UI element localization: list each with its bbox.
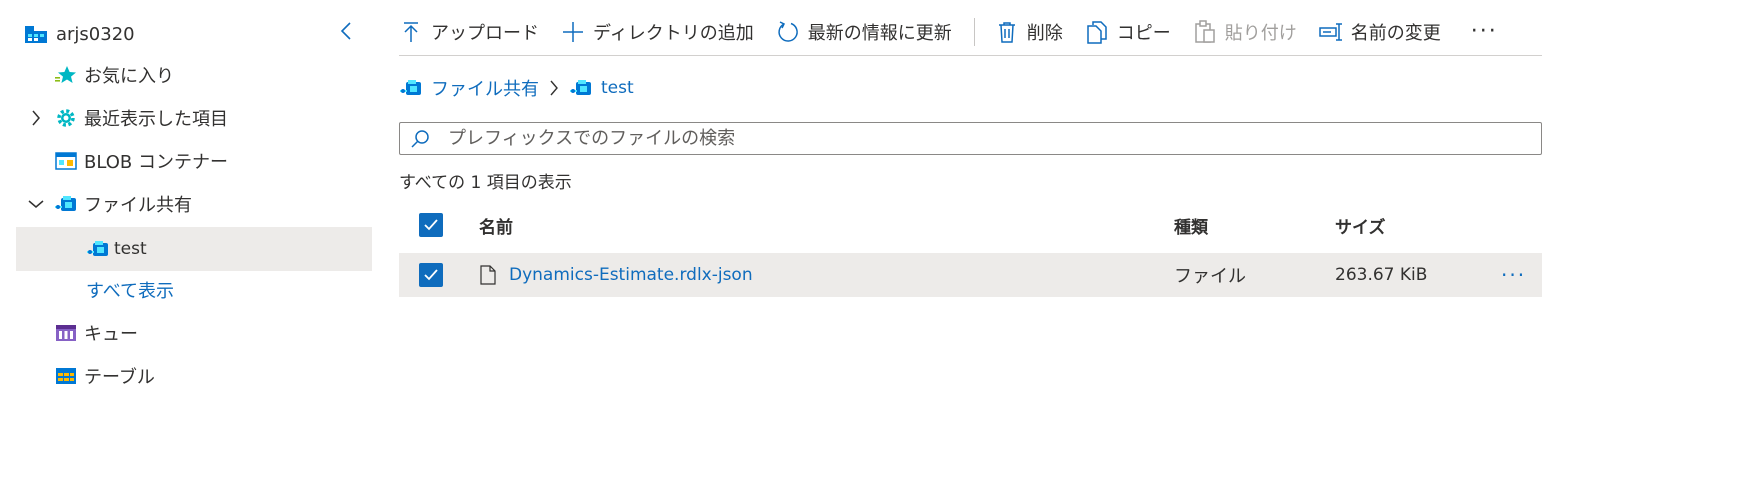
search-icon: [410, 129, 430, 149]
breadcrumb: ファイル共有 test: [399, 72, 634, 104]
sidebar-item-label: テーブル: [84, 367, 155, 388]
sidebar-item-file-shares[interactable]: ファイル共有: [16, 182, 372, 226]
breadcrumb-label: test: [601, 78, 634, 98]
rename-icon: [1319, 20, 1343, 44]
gear-icon: [54, 106, 78, 130]
sidebar-item-share-test[interactable]: test: [16, 227, 372, 271]
paste-icon: [1193, 19, 1217, 44]
file-share-icon: [86, 237, 110, 261]
checkmark-icon: [424, 219, 438, 231]
select-all-checkbox[interactable]: [419, 213, 443, 237]
sidebar-account[interactable]: arjs0320: [16, 12, 372, 56]
file-size: 263.67 KiB: [1335, 265, 1428, 285]
sidebar: arjs0320 お気に入り 最近表示した項目 BLOB コンテナー ファイル共…: [0, 0, 390, 493]
column-header-size[interactable]: サイズ: [1335, 203, 1386, 247]
trash-icon: [995, 20, 1019, 44]
file-share-icon: [54, 192, 78, 216]
copy-button[interactable]: コピー: [1085, 14, 1171, 50]
storage-explorer: arjs0320 お気に入り 最近表示した項目 BLOB コンテナー ファイル共…: [0, 0, 1749, 493]
rename-label: 名前の変更: [1350, 22, 1441, 44]
sidebar-item-recent[interactable]: 最近表示した項目: [16, 96, 372, 140]
sidebar-item-tables[interactable]: テーブル: [16, 354, 372, 398]
sidebar-item-label: キュー: [84, 324, 138, 345]
copy-label: コピー: [1116, 22, 1171, 44]
queue-icon: [54, 321, 78, 345]
toolbar-divider: [973, 17, 975, 46]
sidebar-item-favorites[interactable]: お気に入り: [16, 53, 372, 97]
row-more-button[interactable]: ···: [1501, 263, 1526, 287]
column-header-type[interactable]: 種類: [1174, 203, 1208, 247]
command-bar: アップロード ディレクトリの追加 最新の情報に更新 削除 コピー 貼り付け 名前…: [399, 8, 1542, 56]
more-actions-button[interactable]: ···: [1463, 19, 1506, 44]
upload-icon: [399, 20, 423, 44]
storage-account-icon: [24, 22, 48, 46]
file-name-link[interactable]: Dynamics-Estimate.rdlx-json: [509, 265, 753, 285]
checkmark-icon: [424, 269, 438, 281]
upload-button[interactable]: アップロード: [399, 14, 539, 50]
chevron-right-icon[interactable]: [28, 110, 44, 126]
chevron-right-icon: [549, 80, 559, 96]
file-icon: [479, 265, 497, 285]
sidebar-item-blob-containers[interactable]: BLOB コンテナー: [16, 139, 372, 183]
sidebar-item-label: すべて表示: [86, 281, 175, 302]
item-count-text: すべての 1 項目の表示: [399, 173, 572, 193]
search-input[interactable]: [446, 123, 1541, 154]
file-type: ファイル: [1174, 266, 1246, 287]
refresh-label: 最新の情報に更新: [807, 22, 952, 44]
upload-label: アップロード: [431, 22, 539, 44]
blob-container-icon: [54, 149, 78, 173]
refresh-icon: [776, 20, 800, 44]
search-box: [399, 122, 1542, 155]
sidebar-show-all-link[interactable]: すべて表示: [16, 268, 372, 312]
sidebar-item-label: ファイル共有: [84, 195, 192, 216]
breadcrumb-label: ファイル共有: [431, 79, 539, 100]
paste-button[interactable]: 貼り付け: [1193, 14, 1297, 50]
column-header-name[interactable]: 名前: [479, 203, 513, 247]
sidebar-account-label: arjs0320: [56, 23, 135, 45]
add-directory-label: ディレクトリの追加: [593, 22, 754, 44]
table-header: 名前 種類 サイズ: [399, 203, 1542, 247]
file-share-icon: [569, 76, 595, 100]
add-directory-button[interactable]: ディレクトリの追加: [561, 14, 754, 50]
delete-button[interactable]: 削除: [995, 14, 1063, 50]
plus-icon: [561, 20, 585, 44]
file-list: 名前 種類 サイズ Dynamics-Estimate.rdlx-json ファ…: [399, 203, 1542, 297]
sidebar-item-label: お気に入り: [84, 66, 174, 87]
sidebar-item-label: 最近表示した項目: [84, 109, 228, 130]
refresh-button[interactable]: 最新の情報に更新: [776, 14, 952, 50]
breadcrumb-test[interactable]: test: [569, 76, 634, 100]
chevron-left-icon: [340, 22, 352, 44]
collapse-sidebar-button[interactable]: [336, 22, 356, 44]
rename-button[interactable]: 名前の変更: [1319, 14, 1441, 50]
chevron-down-icon[interactable]: [28, 196, 44, 212]
star-icon: [54, 63, 78, 87]
row-checkbox[interactable]: [419, 263, 443, 287]
paste-label: 貼り付け: [1224, 22, 1297, 44]
sidebar-item-label: test: [114, 239, 147, 259]
table-icon: [54, 364, 78, 388]
breadcrumb-file-shares[interactable]: ファイル共有: [399, 75, 539, 101]
copy-icon: [1085, 20, 1109, 44]
table-row[interactable]: Dynamics-Estimate.rdlx-json ファイル 263.67 …: [399, 253, 1542, 297]
sidebar-item-label: BLOB コンテナー: [84, 152, 228, 173]
sidebar-item-queues[interactable]: キュー: [16, 311, 372, 355]
delete-label: 削除: [1026, 22, 1063, 44]
file-share-icon: [399, 76, 425, 100]
